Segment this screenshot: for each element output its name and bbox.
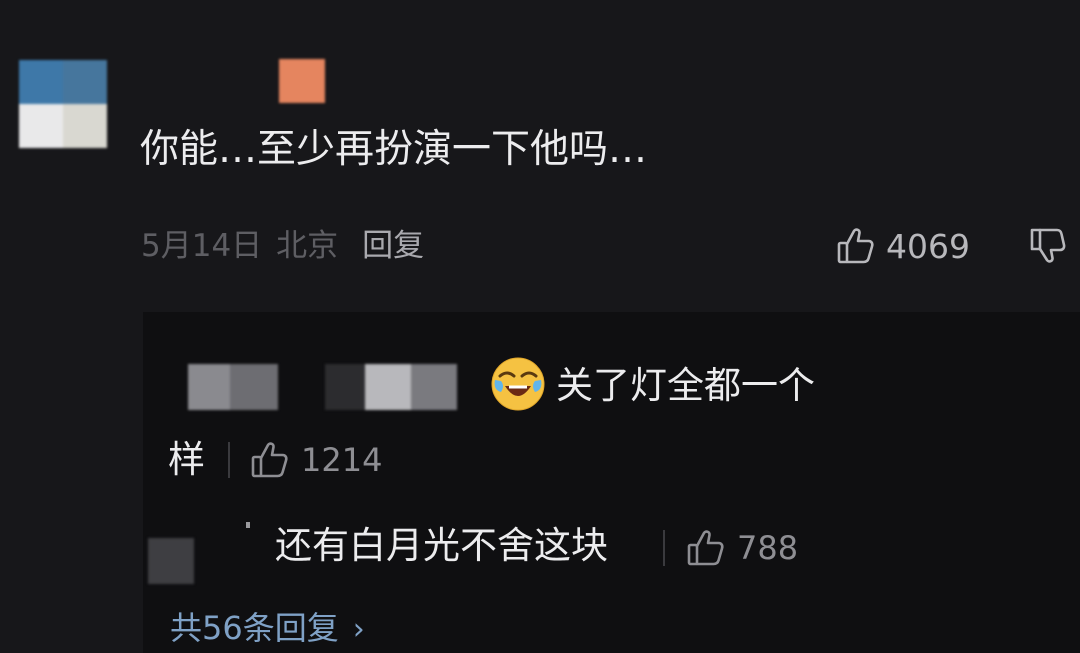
reply-author-name[interactable] [188, 364, 464, 410]
reply-like-button[interactable]: 1214 [247, 438, 382, 482]
reply-marker [246, 522, 250, 528]
comment-meta: 5月14日 北京 回复 [141, 224, 424, 268]
avatar-block [63, 104, 107, 148]
like-button[interactable]: 4069 [834, 224, 970, 268]
name-block [365, 364, 411, 410]
avatar-block [19, 104, 63, 148]
thumbs-up-icon [251, 442, 288, 478]
name-block [188, 364, 230, 410]
reply-like-count: 1214 [301, 441, 383, 479]
dislike-button[interactable] [1024, 224, 1070, 268]
comment-text: 你能…至少再扮演一下他吗… [140, 127, 648, 172]
name-block [230, 364, 278, 410]
comment-date: 5月14日 [141, 228, 263, 264]
reply-text: 还有白月光不舍这块 [275, 524, 608, 567]
divider [663, 530, 665, 566]
avatar-block [63, 60, 107, 104]
commenter-avatar[interactable] [19, 60, 107, 148]
reply-avatar[interactable] [148, 538, 194, 584]
divider [228, 442, 230, 478]
more-replies-label: 共56条回复 [170, 609, 339, 647]
laughing-emoji-icon [491, 357, 545, 411]
avatar-block [19, 60, 63, 104]
reply-text: 关了灯全都一个 [556, 364, 815, 407]
reply-text-continued: 样 [168, 438, 205, 481]
reply-like-button[interactable]: 788 [683, 526, 798, 570]
like-count: 4069 [886, 226, 970, 266]
thumbs-down-icon [1030, 228, 1066, 263]
thumbs-up-icon [837, 228, 874, 264]
user-badge [279, 59, 325, 103]
reply-like-count: 788 [737, 529, 799, 567]
thumbs-up-icon [687, 530, 724, 566]
name-block [325, 364, 365, 410]
view-more-replies-link[interactable]: 共56条回复 › [170, 606, 365, 652]
name-block [411, 364, 457, 410]
chevron-right-icon: › [352, 612, 365, 647]
comment-location: 北京 [276, 228, 339, 264]
reply-button[interactable]: 回复 [362, 228, 424, 264]
